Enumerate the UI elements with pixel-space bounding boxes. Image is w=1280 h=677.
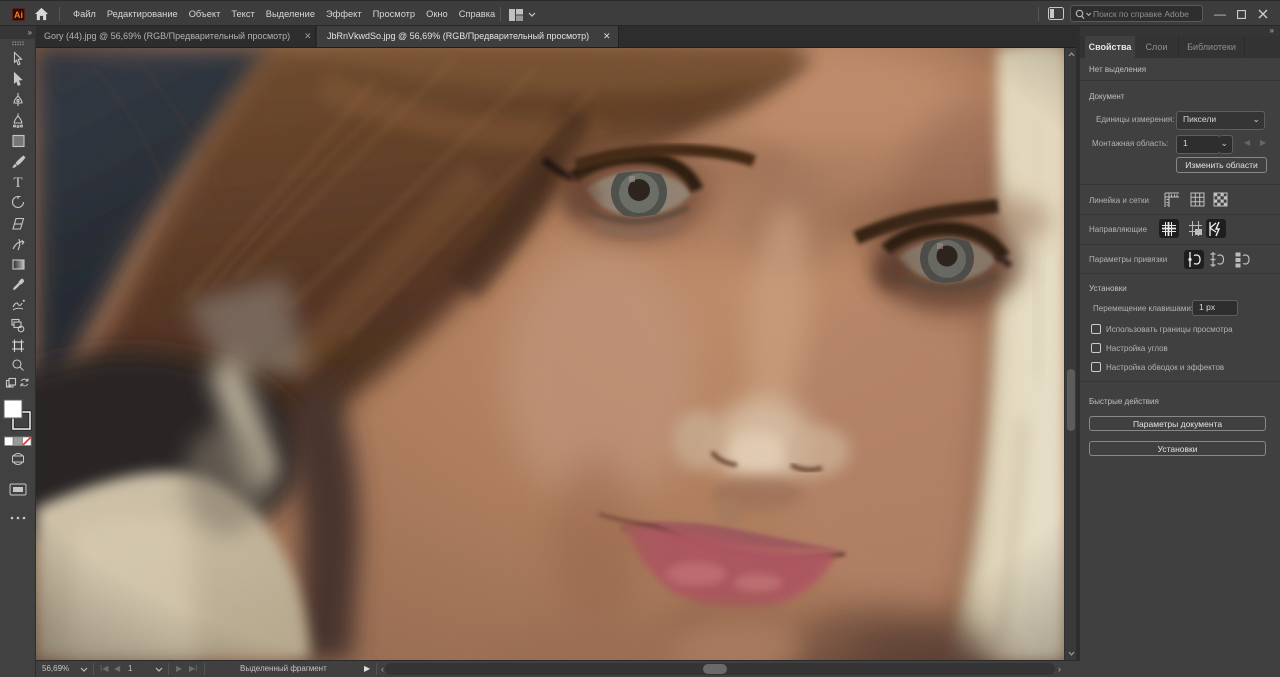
svg-text:T: T bbox=[13, 175, 22, 191]
